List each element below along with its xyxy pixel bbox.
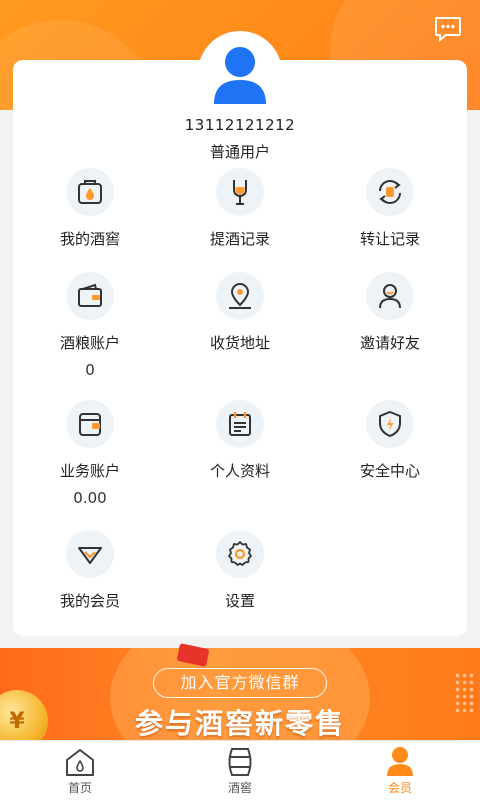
card-wallet-icon [66, 400, 114, 448]
tab-member[interactable]: 会员 [360, 741, 440, 800]
diamond-icon [66, 530, 114, 578]
banner-join-pill: 加入官方微信群 [153, 668, 327, 698]
business-account-balance: 0.00 [73, 489, 107, 507]
transfer-cycle-icon [366, 168, 414, 216]
tab-home-label: 首页 [67, 781, 92, 795]
menu-business-account[interactable]: 业务账户 0.00 [15, 400, 165, 507]
menu-security-label: 安全中心 [359, 462, 420, 480]
user-avatar-icon [214, 47, 266, 104]
grain-account-balance: 0 [85, 361, 95, 379]
member-icon [387, 747, 413, 776]
coin-symbol: ¥ [9, 708, 25, 734]
menu-profile-info[interactable]: 个人资料 [165, 400, 315, 481]
bottle-basket-icon [66, 168, 114, 216]
message-button[interactable] [434, 16, 462, 43]
menu-membership[interactable]: 我的会员 [15, 530, 165, 611]
wechat-group-banner[interactable]: 加入官方微信群 参与酒窖新零售 [0, 648, 480, 740]
tab-home[interactable]: 首页 [40, 741, 120, 800]
location-pin-icon [216, 272, 264, 320]
tab-cellar[interactable]: 酒窖 [200, 741, 280, 800]
menu-my-cellar[interactable]: 我的酒窖 [15, 168, 165, 249]
gear-icon [216, 530, 264, 578]
calendar-document-icon [216, 400, 264, 448]
dot-pattern [454, 672, 476, 712]
tab-cellar-label: 酒窖 [227, 781, 252, 795]
user-level: 普通用户 [209, 143, 270, 161]
chat-bubble-icon [435, 17, 461, 43]
tab-bar: 首页 酒窖 会员 [0, 740, 480, 800]
menu-invite[interactable]: 邀请好友 [315, 272, 465, 353]
menu-business-account-label: 业务账户 [59, 462, 120, 480]
menu-security[interactable]: 安全中心 [315, 400, 465, 481]
wallet-icon [66, 272, 114, 320]
menu-settings-label: 设置 [224, 592, 255, 610]
menu-my-cellar-label: 我的酒窖 [59, 230, 120, 248]
menu-membership-label: 我的会员 [59, 592, 120, 610]
menu-transfer-records-label: 转让记录 [359, 230, 420, 248]
tab-member-label: 会员 [387, 781, 412, 795]
menu-withdraw-records-label: 提酒记录 [209, 230, 270, 248]
home-icon [66, 749, 94, 776]
menu-address[interactable]: 收货地址 [165, 272, 315, 353]
menu-grain-account-label: 酒粮账户 [59, 334, 120, 352]
barrel-icon [228, 748, 252, 776]
person-icon [366, 272, 414, 320]
menu-settings[interactable]: 设置 [165, 530, 315, 611]
banner-title: 参与酒窖新零售 [134, 707, 345, 740]
user-phone: 13112121212 [184, 116, 296, 134]
menu-profile-info-label: 个人资料 [209, 462, 270, 480]
shield-icon [366, 400, 414, 448]
menu-withdraw-records[interactable]: 提酒记录 [165, 168, 315, 249]
menu-invite-label: 邀请好友 [359, 334, 420, 352]
menu-address-label: 收货地址 [209, 334, 270, 352]
wine-glass-icon [216, 168, 264, 216]
avatar[interactable] [201, 34, 279, 112]
menu-grain-account[interactable]: 酒粮账户 0 [15, 272, 165, 379]
menu-transfer-records[interactable]: 转让记录 [315, 168, 465, 249]
